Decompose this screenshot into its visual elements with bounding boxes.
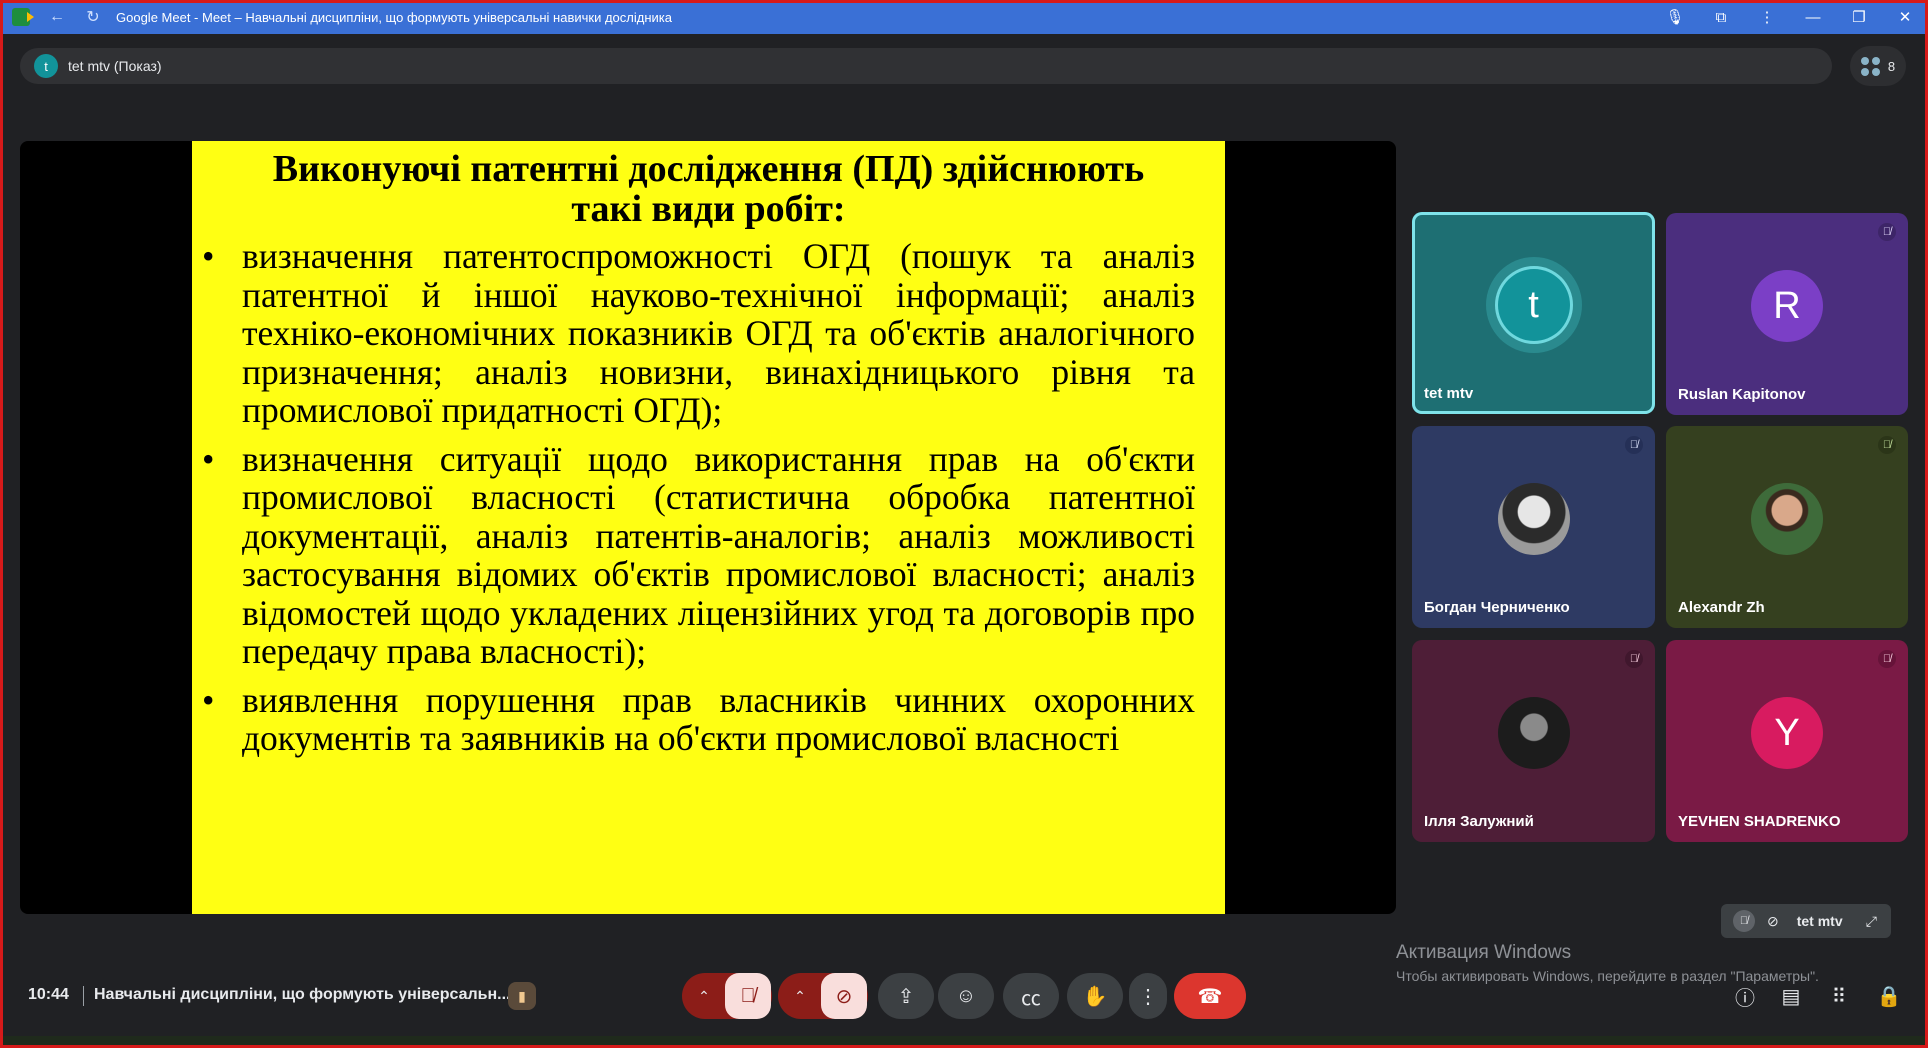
participant-tile-ruslan[interactable]: 🎙̸ R Ruslan Kapitonov bbox=[1666, 213, 1908, 415]
slide-title: Виконуючі патентні дослідження (ПД) здій… bbox=[192, 149, 1225, 229]
participant-tile-yevhen[interactable]: 🎙̸ Y YEVHEN SHADRENKO bbox=[1666, 640, 1908, 842]
extensions-icon[interactable]: ⧉ bbox=[1698, 9, 1744, 26]
browser-title-bar: ← ↻ Google Meet - Meet – Навчальні дисци… bbox=[0, 0, 1928, 34]
back-arrow-icon[interactable]: ← bbox=[48, 8, 66, 26]
host-controls-lock-icon[interactable]: 🔒 bbox=[1876, 983, 1902, 1009]
taskbar-strip bbox=[0, 1036, 1928, 1048]
mic-off-icon: 🎙̸ bbox=[1878, 223, 1896, 241]
meeting-title: Навчальні дисципліни, що формують універ… bbox=[94, 986, 511, 1003]
expand-icon[interactable]: ⤢ bbox=[1866, 913, 1877, 930]
slide-bullet-text: виявлення порушення прав власників чинни… bbox=[242, 679, 1195, 758]
slide-bullet-item: • визначення патентоспроможності ОГД (по… bbox=[202, 237, 1195, 430]
mic-off-icon: 🎙̸ bbox=[1733, 910, 1755, 932]
self-view-name: tet mtv bbox=[1796, 913, 1843, 929]
participant-tile-tet-mtv[interactable]: t tet mtv bbox=[1412, 212, 1655, 414]
chat-icon[interactable]: ▤ bbox=[1778, 983, 1804, 1009]
audio-controls-group: ⌃ 🎙̸ bbox=[682, 973, 772, 1019]
reactions-button[interactable]: ☺ bbox=[938, 973, 994, 1019]
activation-title: Активация Windows bbox=[1396, 942, 1572, 963]
close-button[interactable]: ✕ bbox=[1882, 8, 1928, 26]
slide-bullet-text: визначення патентоспроможності ОГД (пошу… bbox=[242, 236, 1195, 430]
participant-name: Ілля Залужний bbox=[1424, 813, 1534, 830]
video-controls-group: ⌃ ⊘ bbox=[778, 973, 868, 1019]
meet-favicon-icon bbox=[12, 8, 34, 26]
people-icon bbox=[1860, 56, 1880, 76]
more-vert-icon[interactable]: ⋮ bbox=[1744, 8, 1790, 26]
present-screen-button[interactable]: ⇪ bbox=[878, 973, 934, 1019]
presenter-label: tet mtv (Показ) bbox=[68, 58, 162, 74]
participant-tile-illia[interactable]: 🎙̸ Ілля Залужний bbox=[1412, 640, 1655, 842]
activation-subtitle: Чтобы активировать Windows, перейдите в … bbox=[1396, 968, 1819, 984]
mic-off-icon: 🎙̸ bbox=[1625, 436, 1643, 454]
divider bbox=[83, 986, 84, 1006]
clock: 10:44 bbox=[28, 986, 69, 1003]
participant-name: Alexandr Zh bbox=[1678, 599, 1765, 616]
slide-title-line-2: такі види робіт: bbox=[571, 188, 846, 230]
mic-off-icon: 🎙̸ bbox=[1878, 650, 1896, 668]
avatar: Y bbox=[1751, 697, 1823, 769]
camera-off-icon: ⊘ bbox=[1767, 912, 1779, 929]
avatar-photo bbox=[1497, 483, 1570, 555]
slide-bullet-item: • визначення ситуації щодо використання … bbox=[202, 438, 1195, 671]
minimize-button[interactable]: — bbox=[1790, 9, 1836, 26]
restore-button[interactable]: ❐ bbox=[1836, 8, 1882, 26]
raise-hand-button[interactable]: ✋ bbox=[1067, 973, 1123, 1019]
presentation-slide: Виконуючі патентні дослідження (ПД) здій… bbox=[192, 141, 1225, 914]
avatar-photo bbox=[1751, 483, 1823, 555]
slide-title-line-1: Виконуючі патентні дослідження (ПД) здій… bbox=[272, 148, 1145, 190]
mic-off-icon: 🎙̸ bbox=[1625, 650, 1643, 668]
activities-grid-icon[interactable]: ⠿ bbox=[1826, 983, 1852, 1009]
participant-name: YEVHEN SHADRENKO bbox=[1678, 813, 1841, 830]
presenter-bar: t tet mtv (Показ) bbox=[20, 48, 1832, 84]
participant-name: Богдан Черниченко bbox=[1424, 599, 1570, 616]
slide-bullet-list: • визначення патентоспроможності ОГД (по… bbox=[202, 237, 1195, 768]
video-options-chevron-icon[interactable]: ⌃ bbox=[779, 988, 821, 1005]
bullet-glyph: • bbox=[202, 236, 215, 276]
avatar-photo bbox=[1497, 697, 1570, 769]
captions-button[interactable]: ㏄ bbox=[1003, 973, 1059, 1019]
participant-name: Ruslan Kapitonov bbox=[1678, 386, 1806, 403]
meeting-details-icon[interactable]: ▮ bbox=[508, 982, 536, 1010]
people-button[interactable]: 8 bbox=[1850, 46, 1906, 86]
mic-off-button[interactable]: 🎙̸ bbox=[725, 973, 771, 1019]
reload-icon[interactable]: ↻ bbox=[84, 7, 102, 27]
camera-off-button[interactable]: ⊘ bbox=[821, 973, 867, 1019]
slide-bullet-text: визначення ситуації щодо використання пр… bbox=[242, 438, 1195, 671]
windows-activation-watermark: Активация Windows Чтобы активировать Win… bbox=[1396, 942, 1819, 984]
more-options-button[interactable]: ⋮ bbox=[1129, 973, 1167, 1019]
presenter-avatar: t bbox=[34, 54, 58, 78]
slide-bullet-item: • виявлення порушення прав власників чин… bbox=[202, 679, 1195, 758]
window-title: Google Meet - Meet – Навчальні дисциплін… bbox=[116, 9, 672, 25]
microphone-icon[interactable]: 🎙 bbox=[1652, 8, 1698, 26]
window-controls: 🎙 ⧉ ⋮ — ❐ ✕ bbox=[1652, 0, 1928, 34]
audio-options-chevron-icon[interactable]: ⌃ bbox=[683, 988, 725, 1005]
mic-off-icon: 🎙̸ bbox=[1878, 436, 1896, 454]
participant-tile-alexandr[interactable]: 🎙̸ Alexandr Zh bbox=[1666, 426, 1908, 628]
people-count: 8 bbox=[1887, 58, 1896, 74]
presentation-stage: Виконуючі патентні дослідження (ПД) здій… bbox=[20, 141, 1396, 914]
avatar: R bbox=[1751, 270, 1823, 342]
participant-name: tet mtv bbox=[1424, 385, 1474, 402]
meeting-info-icon[interactable]: ⓘ bbox=[1732, 983, 1758, 1010]
bullet-glyph: • bbox=[202, 679, 215, 720]
end-call-button[interactable]: ☎ bbox=[1174, 973, 1246, 1019]
participant-tile-bohdan[interactable]: 🎙̸ Богдан Черниченко bbox=[1412, 426, 1655, 628]
bullet-glyph: • bbox=[202, 438, 215, 479]
self-view-bar[interactable]: 🎙̸ ⊘ tet mtv ⤢ bbox=[1721, 904, 1891, 938]
avatar: t bbox=[1497, 269, 1570, 341]
